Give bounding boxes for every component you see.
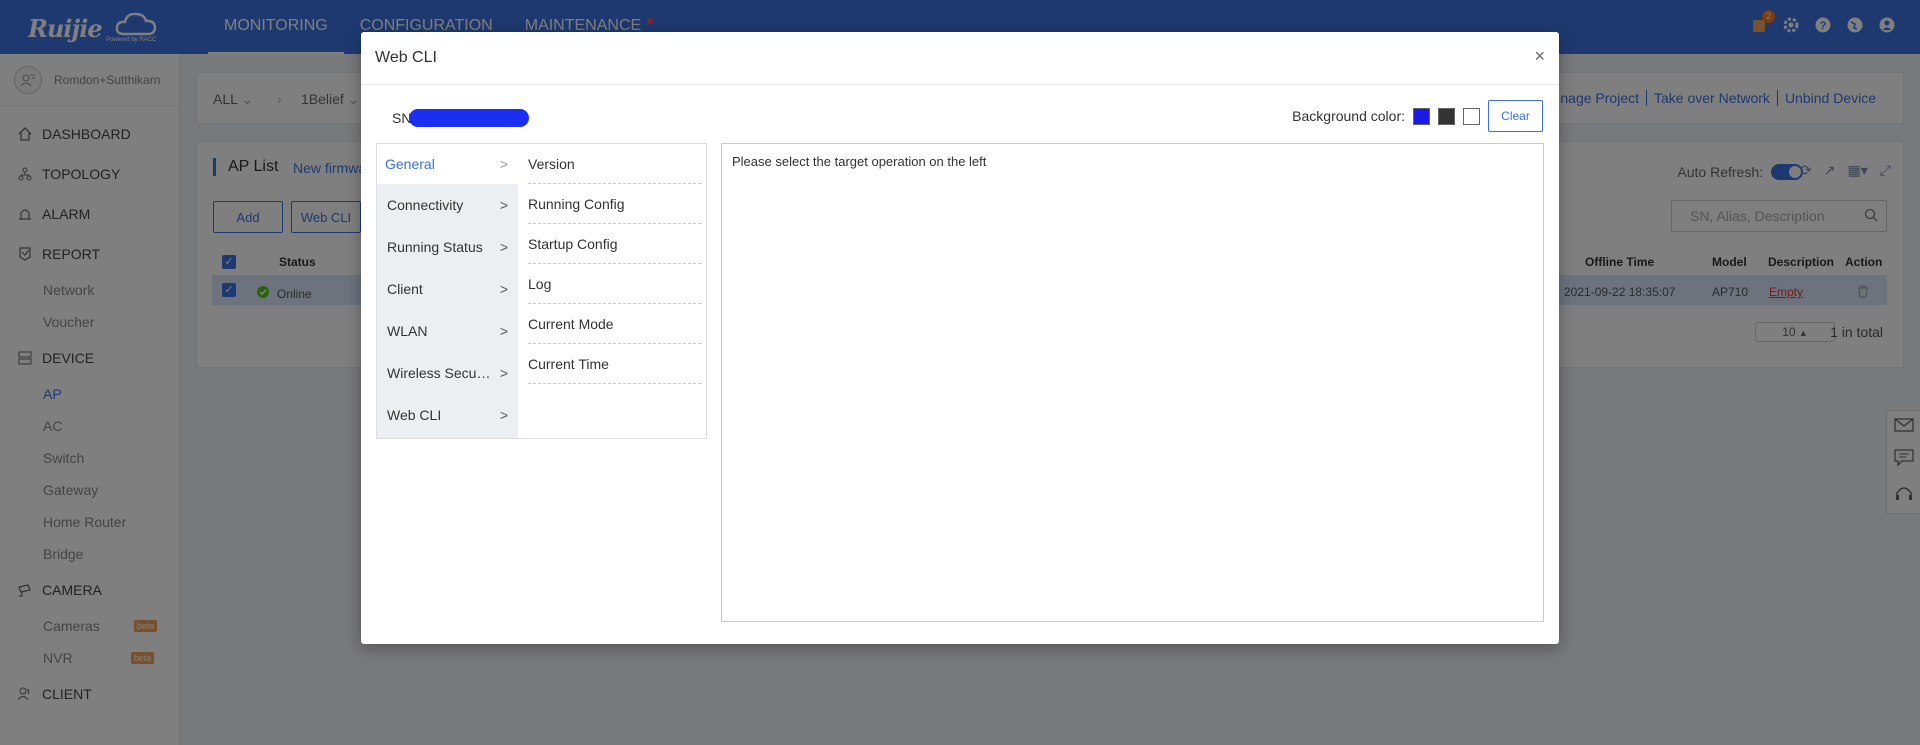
category-web-cli[interactable]: Web CLI > (377, 394, 518, 436)
category-connectivity[interactable]: Connectivity > (377, 184, 518, 226)
category-label: General (385, 156, 435, 172)
close-icon[interactable]: × (1534, 46, 1545, 67)
command-menu: General > Connectivity > Running Status > C… (376, 143, 707, 439)
category-menu: General > Connectivity > Running Status > C… (377, 144, 518, 438)
clear-button[interactable]: Clear (1488, 100, 1543, 132)
modal-title: Web CLI (375, 49, 437, 66)
category-label: Client (387, 281, 423, 297)
category-label: WLAN (387, 323, 428, 339)
modal-header: Web CLI × (361, 32, 1559, 85)
command-log[interactable]: Log (528, 264, 701, 304)
swatch-white[interactable] (1463, 107, 1480, 125)
chevron-right-icon: > (499, 323, 508, 339)
category-wireless-security[interactable]: Wireless Security > (377, 352, 518, 394)
chevron-right-icon: > (499, 239, 508, 255)
command-startup-config[interactable]: Startup Config (528, 224, 701, 264)
cli-output-text: Please select the target operation on th… (732, 154, 987, 169)
swatch-blue[interactable] (1413, 107, 1430, 125)
swatch-black[interactable] (1438, 107, 1455, 125)
chevron-right-icon: > (499, 197, 508, 213)
chevron-right-icon: > (499, 365, 508, 381)
category-label: Web CLI (387, 407, 442, 423)
command-list: Version Running Config Startup Config Lo… (518, 144, 706, 384)
background-color-label: Background color: (1292, 108, 1405, 124)
sn-row: SN (392, 109, 530, 127)
background-color-picker: Background color: Clear (1292, 100, 1543, 132)
category-general[interactable]: General > (377, 144, 518, 184)
command-running-config[interactable]: Running Config (528, 184, 701, 224)
category-client[interactable]: Client > (377, 268, 518, 310)
chevron-right-icon: > (499, 156, 508, 172)
category-label: Connectivity (387, 197, 464, 213)
category-label: Running Status (387, 239, 483, 255)
category-running-status[interactable]: Running Status > (377, 226, 518, 268)
chevron-right-icon: > (499, 281, 508, 297)
category-wlan[interactable]: WLAN > (377, 310, 518, 352)
web-cli-modal: Web CLI × SN Background color: Clear Gen… (361, 32, 1559, 644)
category-label: Wireless Security (387, 365, 491, 381)
cli-output-area[interactable]: Please select the target operation on th… (721, 143, 1544, 622)
command-current-mode[interactable]: Current Mode (528, 304, 701, 344)
chevron-right-icon: > (499, 407, 508, 423)
command-current-time[interactable]: Current Time (528, 344, 701, 384)
redacted-sn (409, 109, 530, 127)
command-version[interactable]: Version (528, 144, 701, 184)
